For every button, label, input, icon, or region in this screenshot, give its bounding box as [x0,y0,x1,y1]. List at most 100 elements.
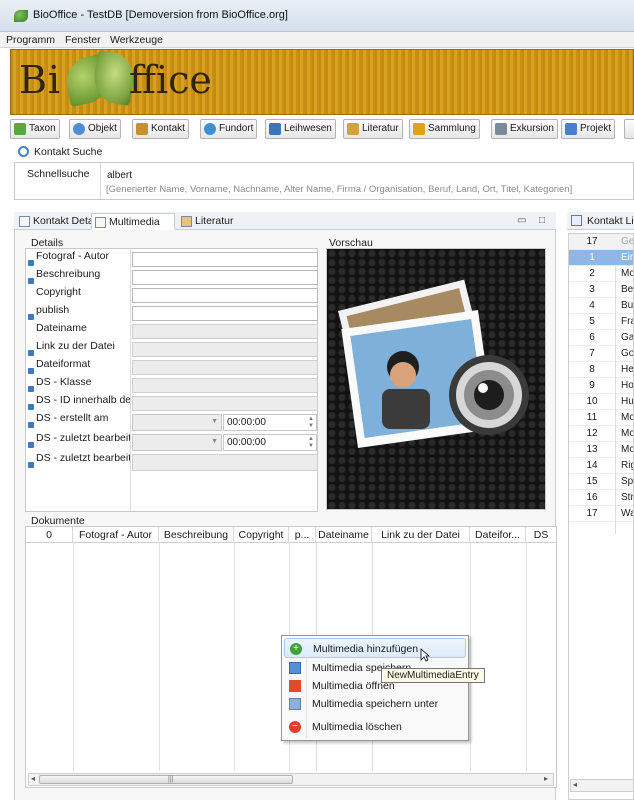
table-row[interactable]: 15 Sp [569,474,633,490]
tab-kontakt-detail[interactable]: Kontakt Detail [16,213,98,230]
table-row[interactable]: 1Ein [569,250,633,266]
column-header[interactable]: p... [289,527,316,543]
table-header: 0 Fotograf - Autor Beschreibung Copyrigh… [26,527,556,543]
table-row[interactable]: 8 He [569,362,633,378]
table-row[interactable]: 12 Mc [569,426,633,442]
table-row[interactable]: 17Wa [569,506,633,522]
delete-icon: − [289,721,301,733]
scroll-right-icon[interactable]: ▸ [544,774,548,783]
toolbar-sammlung-button[interactable]: Sammlung [409,119,480,139]
ds-klasse-field [132,378,318,393]
table-row[interactable]: 7 Go [569,346,633,362]
scroll-left-icon[interactable]: ◂ [573,780,577,789]
tab-label: Kontakt Lis [587,215,634,227]
spinner-arrows-icon: ▲ ▼ [308,436,314,449]
grip-icon: ||| [168,776,174,783]
column-header[interactable]: 0 [26,527,73,543]
toolbar-leihwesen-button[interactable]: Leihwesen [265,119,336,139]
spinner-arrows-icon: ▲ ▼ [308,416,314,429]
table-row[interactable]: 16 Str [569,490,633,506]
column-divider [73,543,74,771]
contact-list-table: 17Ge 1Ein 2Mc 3Be 4Bu 5Fra 6Ga 7Go 8He 9… [568,233,634,800]
ds-bearbeitet-time-spinner[interactable]: 00:00:00 ▲ ▼ [223,434,317,451]
toolbar-projekt-button[interactable]: Projekt [561,119,616,139]
column-header[interactable]: Fotograf - Autor [73,527,159,543]
window-title: BioOffice - TestDB [Demoversion from Bio… [33,9,288,21]
toolbar-overflow-button[interactable] [624,119,634,139]
menu-werkzeuge[interactable]: Werkzeuge [110,34,163,46]
toolbar-label: Objekt [88,123,117,134]
info-icon [28,314,34,320]
field-label: Link zu der Datei [28,340,130,357]
multimedia-icon [95,217,106,228]
book-icon [181,216,192,227]
quick-search-label: Schnellsuche [27,168,90,180]
menu-item-delete-multimedia[interactable]: − Multimedia löschen [284,717,466,737]
maximize-icon[interactable]: □ [539,215,545,226]
toolbar-label: Leihwesen [284,123,332,134]
quick-search-input[interactable]: albert [107,170,132,181]
table-row[interactable]: 9 Ho [569,378,633,394]
exkursion-icon [495,123,507,135]
column-header[interactable]: Dateifor... [470,527,526,543]
tab-multimedia[interactable]: Multimedia [91,213,175,230]
table-row[interactable]: 14Rig [569,458,633,474]
horizontal-scrollbar[interactable]: ◂ ||| ▸ [28,773,554,786]
toolbar-literatur-button[interactable]: Literatur [343,119,403,139]
menu-programm[interactable]: Programm [6,34,55,46]
table-row[interactable]: 6 Ga [569,330,633,346]
menu-item-label: Multimedia speichern unter [312,698,439,710]
column-header[interactable]: DS [526,527,556,543]
ds-bearbeitet-date-picker[interactable]: ▼ [132,434,222,451]
search-tab-label: Kontakt Suche [34,146,103,158]
toolbar-label: Taxon [29,123,56,134]
field-label: Dateiformat [28,358,130,375]
toolbar-objekt-button[interactable]: Objekt [69,119,121,139]
scroll-left-icon[interactable]: ◂ [31,774,35,783]
column-header[interactable]: Dateiname [316,527,372,543]
chevron-down-icon: ▼ [211,418,218,425]
ds-erstellt-time-spinner[interactable]: 00:00:00 ▲ ▼ [223,414,317,431]
table-row[interactable]: 10 Hu [569,394,633,410]
toolbar-exkursion-button[interactable]: Exkursion [491,119,558,139]
beschreibung-input[interactable] [132,270,318,285]
menu-item-save-as-multimedia[interactable]: Multimedia speichern unter [284,694,466,714]
horizontal-scrollbar[interactable]: ◂ [570,779,633,792]
toolbar-fundort-button[interactable]: Fundort [200,119,258,139]
tab-literatur[interactable]: Literatur [178,213,234,230]
column-divider [159,543,160,771]
toolbar-kontakt-button[interactable]: Kontakt [132,119,189,139]
scrollbar-thumb[interactable]: ||| [39,775,293,784]
info-icon [28,350,34,356]
tab-label: Multimedia [109,216,160,228]
table-row[interactable]: 2 Mc [569,266,633,282]
menu-item-add-multimedia[interactable]: + Multimedia hinzufügen [284,638,466,658]
ds-erstellt-date-picker[interactable]: ▼ [132,414,222,431]
table-row[interactable]: 3 Be [569,282,633,298]
save-as-icon [289,698,301,710]
toolbar-taxon-button[interactable]: Taxon [10,119,60,139]
sammlung-icon [413,123,425,135]
table-row[interactable]: 13 Mc [569,442,633,458]
column-header[interactable]: Beschreibung [159,527,234,543]
field-label: DS - zuletzt bearbeite [28,452,130,469]
bioffice-banner: Bi ffice [10,49,634,115]
column-header[interactable]: Copyright [234,527,289,543]
publish-input[interactable] [132,306,318,321]
fotograf-autor-input[interactable] [132,252,318,267]
menu-fenster[interactable]: Fenster [65,34,101,46]
window-titlebar: BioOffice - TestDB [Demoversion from Bio… [0,0,634,32]
detail-icon [19,216,30,227]
column-header[interactable]: Link zu der Datei [372,527,470,543]
copyright-input[interactable] [132,288,318,303]
table-row[interactable]: 11 Mc [569,410,633,426]
mouse-cursor-icon [420,648,430,662]
logo-wordmark-left: Bi [19,58,62,102]
menu-item-label: Multimedia hinzufügen [313,643,419,655]
tab-kontakt-liste[interactable]: Kontakt Lis [567,212,634,230]
table-row[interactable]: 5Fra [569,314,633,330]
minimize-icon[interactable]: ▭ [517,215,526,226]
field-label: DS - Klasse [28,376,130,393]
info-icon [28,404,34,410]
table-row[interactable]: 4 Bu [569,298,633,314]
